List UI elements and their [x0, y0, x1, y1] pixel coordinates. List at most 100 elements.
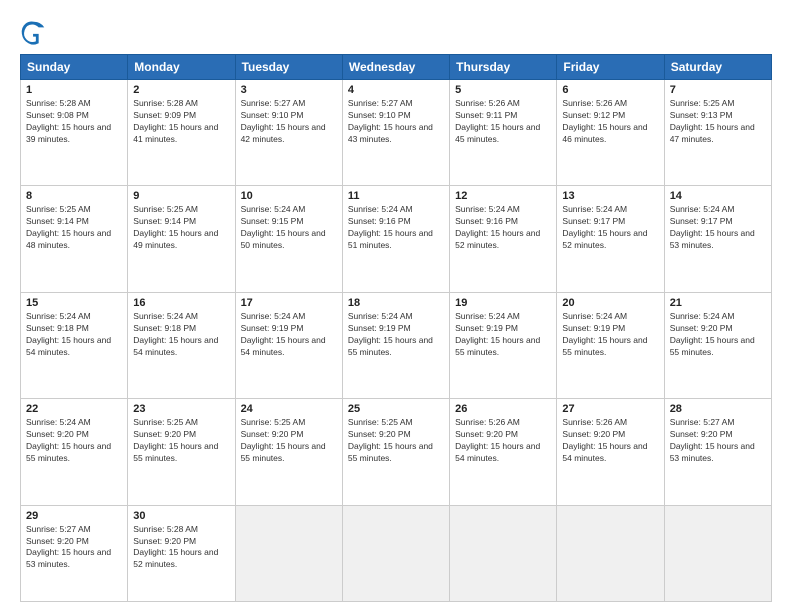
day-number: 4 — [348, 84, 444, 96]
day-number: 21 — [670, 297, 766, 309]
calendar-cell: 10 Sunrise: 5:24 AMSunset: 9:15 PMDayligh… — [235, 186, 342, 292]
day-number: 18 — [348, 297, 444, 309]
day-number: 24 — [241, 403, 337, 415]
calendar-cell: 14Sunrise: 5:24 AMSunset: 9:17 PMDayligh… — [664, 186, 771, 292]
day-number: 3 — [241, 84, 337, 96]
weekday-saturday: Saturday — [664, 55, 771, 80]
calendar-cell: 8 Sunrise: 5:25 AMSunset: 9:14 PMDaylight… — [21, 186, 128, 292]
calendar-cell: 4Sunrise: 5:27 AMSunset: 9:10 PMDaylight… — [342, 80, 449, 186]
day-info: Sunrise: 5:28 AMSunset: 9:08 PMDaylight:… — [26, 98, 111, 144]
day-info: Sunrise: 5:24 AMSunset: 9:19 PMDaylight:… — [562, 311, 647, 357]
day-info: Sunrise: 5:25 AMSunset: 9:14 PMDaylight:… — [133, 204, 218, 250]
day-info: Sunrise: 5:25 AMSunset: 9:20 PMDaylight:… — [241, 417, 326, 463]
calendar-cell: 20 Sunrise: 5:24 AMSunset: 9:19 PMDayligh… — [557, 292, 664, 398]
day-info: Sunrise: 5:25 AMSunset: 9:13 PMDaylight:… — [670, 98, 755, 144]
calendar-cell — [664, 505, 771, 601]
calendar-cell: 17 Sunrise: 5:24 AMSunset: 9:19 PMDayligh… — [235, 292, 342, 398]
calendar-cell: 25 Sunrise: 5:25 AMSunset: 9:20 PMDayligh… — [342, 399, 449, 505]
calendar-table: SundayMondayTuesdayWednesdayThursdayFrid… — [20, 54, 772, 602]
day-number: 9 — [133, 190, 229, 202]
day-number: 11 — [348, 190, 444, 202]
day-info: Sunrise: 5:24 AMSunset: 9:20 PMDaylight:… — [670, 311, 755, 357]
top-section — [20, 18, 772, 46]
day-info: Sunrise: 5:24 AMSunset: 9:19 PMDaylight:… — [455, 311, 540, 357]
calendar-cell: 9 Sunrise: 5:25 AMSunset: 9:14 PMDaylight… — [128, 186, 235, 292]
day-number: 2 — [133, 84, 229, 96]
day-info: Sunrise: 5:25 AMSunset: 9:14 PMDaylight:… — [26, 204, 111, 250]
day-info: Sunrise: 5:24 AMSunset: 9:16 PMDaylight:… — [455, 204, 540, 250]
calendar-cell: 5 Sunrise: 5:26 AMSunset: 9:11 PMDaylight… — [450, 80, 557, 186]
calendar-cell — [450, 505, 557, 601]
calendar-cell: 28Sunrise: 5:27 AMSunset: 9:20 PMDayligh… — [664, 399, 771, 505]
calendar-cell: 2 Sunrise: 5:28 AMSunset: 9:09 PMDaylight… — [128, 80, 235, 186]
weekday-sunday: Sunday — [21, 55, 128, 80]
calendar-cell: 13Sunrise: 5:24 AMSunset: 9:17 PMDayligh… — [557, 186, 664, 292]
day-number: 14 — [670, 190, 766, 202]
calendar-cell: 15 Sunrise: 5:24 AMSunset: 9:18 PMDayligh… — [21, 292, 128, 398]
calendar-cell: 21 Sunrise: 5:24 AMSunset: 9:20 PMDayligh… — [664, 292, 771, 398]
day-number: 17 — [241, 297, 337, 309]
week-row-1: 1 Sunrise: 5:28 AMSunset: 9:08 PMDaylight… — [21, 80, 772, 186]
day-number: 30 — [133, 510, 229, 522]
calendar-cell: 30 Sunrise: 5:28 AMSunset: 9:20 PMDayligh… — [128, 505, 235, 601]
day-info: Sunrise: 5:26 AMSunset: 9:20 PMDaylight:… — [455, 417, 540, 463]
day-number: 28 — [670, 403, 766, 415]
day-number: 26 — [455, 403, 551, 415]
week-row-3: 15 Sunrise: 5:24 AMSunset: 9:18 PMDayligh… — [21, 292, 772, 398]
calendar-cell: 1 Sunrise: 5:28 AMSunset: 9:08 PMDaylight… — [21, 80, 128, 186]
day-number: 8 — [26, 190, 122, 202]
calendar-cell — [235, 505, 342, 601]
day-info: Sunrise: 5:24 AMSunset: 9:19 PMDaylight:… — [241, 311, 326, 357]
day-info: Sunrise: 5:24 AMSunset: 9:18 PMDaylight:… — [26, 311, 111, 357]
calendar-cell: 6Sunrise: 5:26 AMSunset: 9:12 PMDaylight… — [557, 80, 664, 186]
calendar-cell: 23 Sunrise: 5:25 AMSunset: 9:20 PMDayligh… — [128, 399, 235, 505]
day-number: 22 — [26, 403, 122, 415]
day-info: Sunrise: 5:27 AMSunset: 9:10 PMDaylight:… — [241, 98, 326, 144]
calendar-cell: 26 Sunrise: 5:26 AMSunset: 9:20 PMDayligh… — [450, 399, 557, 505]
week-row-4: 22 Sunrise: 5:24 AMSunset: 9:20 PMDayligh… — [21, 399, 772, 505]
weekday-monday: Monday — [128, 55, 235, 80]
day-number: 7 — [670, 84, 766, 96]
day-number: 29 — [26, 510, 122, 522]
calendar-cell: 12 Sunrise: 5:24 AMSunset: 9:16 PMDayligh… — [450, 186, 557, 292]
day-info: Sunrise: 5:25 AMSunset: 9:20 PMDaylight:… — [133, 417, 218, 463]
day-info: Sunrise: 5:27 AMSunset: 9:20 PMDaylight:… — [26, 524, 111, 570]
day-number: 6 — [562, 84, 658, 96]
day-info: Sunrise: 5:24 AMSunset: 9:20 PMDaylight:… — [26, 417, 111, 463]
calendar-cell: 19 Sunrise: 5:24 AMSunset: 9:19 PMDayligh… — [450, 292, 557, 398]
day-number: 27 — [562, 403, 658, 415]
day-number: 15 — [26, 297, 122, 309]
day-number: 16 — [133, 297, 229, 309]
day-info: Sunrise: 5:24 AMSunset: 9:15 PMDaylight:… — [241, 204, 326, 250]
day-info: Sunrise: 5:28 AMSunset: 9:20 PMDaylight:… — [133, 524, 218, 570]
day-info: Sunrise: 5:26 AMSunset: 9:11 PMDaylight:… — [455, 98, 540, 144]
calendar-cell: 24 Sunrise: 5:25 AMSunset: 9:20 PMDayligh… — [235, 399, 342, 505]
day-number: 25 — [348, 403, 444, 415]
weekday-wednesday: Wednesday — [342, 55, 449, 80]
calendar-cell — [342, 505, 449, 601]
week-row-5: 29 Sunrise: 5:27 AMSunset: 9:20 PMDayligh… — [21, 505, 772, 601]
calendar-cell: 22 Sunrise: 5:24 AMSunset: 9:20 PMDayligh… — [21, 399, 128, 505]
logo-icon — [20, 18, 48, 46]
calendar-cell: 27Sunrise: 5:26 AMSunset: 9:20 PMDayligh… — [557, 399, 664, 505]
calendar-cell: 18Sunrise: 5:24 AMSunset: 9:19 PMDayligh… — [342, 292, 449, 398]
day-info: Sunrise: 5:24 AMSunset: 9:16 PMDaylight:… — [348, 204, 433, 250]
page: SundayMondayTuesdayWednesdayThursdayFrid… — [0, 0, 792, 612]
day-number: 23 — [133, 403, 229, 415]
day-number: 12 — [455, 190, 551, 202]
day-number: 10 — [241, 190, 337, 202]
weekday-tuesday: Tuesday — [235, 55, 342, 80]
logo — [20, 18, 52, 46]
day-number: 20 — [562, 297, 658, 309]
day-number: 19 — [455, 297, 551, 309]
weekday-thursday: Thursday — [450, 55, 557, 80]
day-number: 1 — [26, 84, 122, 96]
day-info: Sunrise: 5:25 AMSunset: 9:20 PMDaylight:… — [348, 417, 433, 463]
day-number: 13 — [562, 190, 658, 202]
day-number: 5 — [455, 84, 551, 96]
calendar-cell — [557, 505, 664, 601]
day-info: Sunrise: 5:28 AMSunset: 9:09 PMDaylight:… — [133, 98, 218, 144]
weekday-header-row: SundayMondayTuesdayWednesdayThursdayFrid… — [21, 55, 772, 80]
calendar-cell: 3 Sunrise: 5:27 AMSunset: 9:10 PMDaylight… — [235, 80, 342, 186]
calendar-cell: 7 Sunrise: 5:25 AMSunset: 9:13 PMDaylight… — [664, 80, 771, 186]
